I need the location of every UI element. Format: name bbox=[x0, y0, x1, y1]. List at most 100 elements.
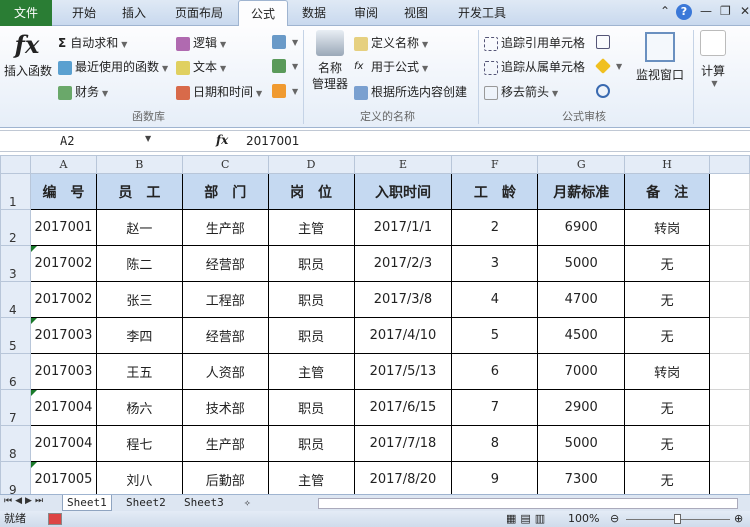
cell[interactable]: 2017/5/13 bbox=[353, 353, 453, 390]
cell[interactable]: 6 bbox=[451, 353, 539, 390]
formula-input[interactable]: 2017001 bbox=[246, 131, 299, 151]
datetime-button[interactable]: 日期和时间 ▼ bbox=[176, 83, 262, 100]
cell[interactable]: 陈二 bbox=[95, 245, 183, 282]
column-header[interactable]: D bbox=[267, 155, 355, 174]
row-header[interactable]: 7 bbox=[0, 389, 31, 426]
sheet-tab-3[interactable]: Sheet3 bbox=[180, 495, 228, 511]
cell[interactable]: 7000 bbox=[537, 353, 626, 390]
sheet-tab-2[interactable]: Sheet2 bbox=[122, 495, 170, 511]
minimize-ribbon-icon[interactable]: ⌃ bbox=[660, 4, 670, 18]
cell[interactable]: 无 bbox=[624, 461, 711, 498]
tab-page-layout[interactable]: 页面布局 bbox=[164, 0, 234, 26]
sheet-tab-1[interactable]: Sheet1 bbox=[62, 495, 112, 511]
cell[interactable]: 2900 bbox=[537, 389, 626, 426]
horizontal-scrollbar[interactable] bbox=[318, 498, 738, 509]
evaluate-formula-button[interactable] bbox=[596, 83, 613, 98]
show-formulas-button[interactable] bbox=[596, 34, 613, 49]
cell[interactable]: 2017/7/18 bbox=[353, 425, 453, 462]
cell[interactable]: 无 bbox=[624, 425, 711, 462]
text-button[interactable]: 文本 ▼ bbox=[176, 58, 226, 75]
empty-cell[interactable] bbox=[709, 389, 750, 426]
name-box-dropdown-icon[interactable]: ▼ bbox=[145, 134, 151, 143]
cell[interactable]: 2017004 bbox=[29, 389, 97, 426]
column-header[interactable]: B bbox=[95, 155, 183, 174]
row-header[interactable]: 4 bbox=[0, 281, 31, 318]
cell[interactable]: 职员 bbox=[267, 245, 355, 282]
restore-icon[interactable]: ❐ bbox=[720, 4, 731, 18]
cell[interactable]: 3 bbox=[451, 245, 539, 282]
row-header[interactable]: 9 bbox=[0, 461, 31, 498]
cell[interactable]: 9 bbox=[451, 461, 539, 498]
cell[interactable]: 生产部 bbox=[181, 209, 269, 246]
tab-developer[interactable]: 开发工具 bbox=[450, 0, 514, 26]
row-header[interactable]: 2 bbox=[0, 209, 31, 246]
cell[interactable]: 赵一 bbox=[95, 209, 183, 246]
cell[interactable]: 无 bbox=[624, 281, 711, 318]
lookup-button[interactable]: ▼ bbox=[272, 34, 298, 49]
cell[interactable]: 2017002 bbox=[29, 281, 97, 318]
error-checking-button[interactable]: ▼ bbox=[595, 57, 622, 74]
zoom-out-icon[interactable]: ⊖ bbox=[610, 511, 619, 527]
cell[interactable]: 程七 bbox=[95, 425, 183, 462]
cell[interactable]: 2 bbox=[451, 209, 539, 246]
cell[interactable]: 职员 bbox=[267, 281, 355, 318]
row-header[interactable]: 6 bbox=[0, 353, 31, 390]
empty-cell[interactable] bbox=[709, 425, 750, 462]
empty-cell[interactable] bbox=[709, 281, 750, 318]
tab-review[interactable]: 审阅 bbox=[346, 0, 386, 26]
tab-home[interactable]: 开始 bbox=[62, 0, 106, 26]
more-functions-button[interactable]: ▼ bbox=[272, 83, 298, 98]
cell[interactable]: 主管 bbox=[267, 209, 355, 246]
cell[interactable]: 5000 bbox=[537, 245, 626, 282]
cell[interactable]: 后勤部 bbox=[181, 461, 269, 498]
tab-file[interactable]: 文件 bbox=[0, 0, 52, 26]
cell[interactable]: 6900 bbox=[537, 209, 626, 246]
cell[interactable]: 5 bbox=[451, 317, 539, 354]
name-manager-button[interactable]: 名称 管理器 bbox=[308, 30, 352, 92]
remove-arrows-button[interactable]: 移去箭头 ▼ bbox=[484, 83, 558, 100]
autosum-button[interactable]: Σ 自动求和 ▼ bbox=[58, 34, 127, 51]
cell[interactable]: 技术部 bbox=[181, 389, 269, 426]
zoom-slider-thumb[interactable] bbox=[674, 514, 681, 524]
logical-button[interactable]: 逻辑 ▼ bbox=[176, 34, 226, 51]
column-header[interactable]: H bbox=[624, 155, 711, 174]
header-cell[interactable]: 入职时间 bbox=[353, 173, 453, 210]
cell[interactable]: 7300 bbox=[537, 461, 626, 498]
cell[interactable]: 2017004 bbox=[29, 425, 97, 462]
row-header[interactable]: 5 bbox=[0, 317, 31, 354]
cell[interactable]: 2017003 bbox=[29, 353, 97, 390]
math-button[interactable]: ▼ bbox=[272, 58, 298, 73]
column-header[interactable]: C bbox=[181, 155, 269, 174]
tab-formulas[interactable]: 公式 bbox=[238, 0, 288, 27]
cell[interactable]: 张三 bbox=[95, 281, 183, 318]
cell[interactable]: 4700 bbox=[537, 281, 626, 318]
empty-cell[interactable] bbox=[709, 317, 750, 354]
new-sheet-icon[interactable]: ✧ bbox=[240, 495, 255, 511]
cell[interactable]: 工程部 bbox=[181, 281, 269, 318]
header-cell[interactable]: 员 工 bbox=[95, 173, 183, 210]
trace-precedents-button[interactable]: 追踪引用单元格 bbox=[484, 34, 585, 51]
column-header[interactable]: A bbox=[29, 155, 97, 174]
column-header[interactable]: E bbox=[353, 155, 453, 174]
cell[interactable]: 4500 bbox=[537, 317, 626, 354]
tab-insert[interactable]: 插入 bbox=[112, 0, 156, 26]
insert-function-icon[interactable]: fx bbox=[216, 133, 228, 147]
insert-function-button[interactable]: fx 插入函数 bbox=[4, 30, 52, 79]
header-cell[interactable]: 部 门 bbox=[181, 173, 269, 210]
watch-window-button[interactable]: 监视窗口 bbox=[634, 32, 686, 83]
cell[interactable]: 2017/6/15 bbox=[353, 389, 453, 426]
cell[interactable]: 职员 bbox=[267, 389, 355, 426]
cell[interactable]: 无 bbox=[624, 245, 711, 282]
cell[interactable]: 2017/4/10 bbox=[353, 317, 453, 354]
view-buttons-icon[interactable]: ▦▤▥ bbox=[506, 511, 549, 527]
define-name-button[interactable]: 定义名称 ▼ bbox=[354, 34, 428, 51]
trace-dependents-button[interactable]: 追踪从属单元格 bbox=[484, 58, 585, 75]
row-header[interactable]: 1 bbox=[0, 173, 31, 210]
use-in-formula-button[interactable]: fx 用于公式 ▼ bbox=[354, 58, 428, 75]
cell[interactable]: 李四 bbox=[95, 317, 183, 354]
empty-cell[interactable] bbox=[709, 461, 750, 498]
sheet-nav-arrows-icon[interactable]: ⏮◀▶⏭ bbox=[4, 496, 46, 506]
empty-cell[interactable] bbox=[709, 245, 750, 282]
header-cell[interactable]: 工 龄 bbox=[451, 173, 539, 210]
recent-functions-button[interactable]: 最近使用的函数 ▼ bbox=[58, 58, 168, 75]
